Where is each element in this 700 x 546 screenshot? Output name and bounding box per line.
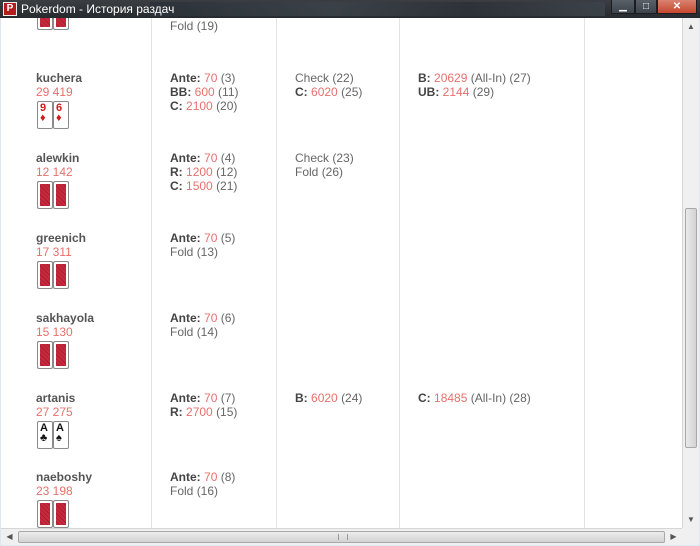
player-name: sakhayola — [36, 311, 95, 325]
player-row: alewkin 12 142 — [36, 151, 80, 209]
card-back-icon — [53, 341, 69, 369]
column-divider — [584, 18, 585, 528]
hole-cards — [37, 500, 73, 528]
card-ace-spades-icon: A ♠ — [53, 421, 69, 449]
turn-action: C: 18485 (All-In) (28) — [418, 391, 531, 405]
card-back-icon — [53, 18, 69, 30]
flop-action: Check (22) C: 6020 (25) — [295, 71, 363, 99]
column-divider — [399, 18, 400, 528]
card-nine-diamonds-icon: 9 ♦ — [37, 101, 53, 129]
preflop-action: Ante: 70 (3) BB: 600 (11) C: 2100 (20) — [170, 71, 239, 113]
card-back-icon — [37, 181, 53, 209]
background-taskbar — [150, 2, 605, 16]
hole-cards — [37, 18, 73, 32]
player-stack: 15 130 — [36, 325, 73, 339]
scroll-down-arrow-icon[interactable]: ▼ — [683, 511, 699, 528]
hand-history-view: Fold (19) kuchera 29 419 9 ♦ 6 ♦ Ante: 70 … — [1, 18, 682, 528]
player-row: sakhayola 15 130 — [36, 311, 95, 369]
card-back-icon — [37, 18, 53, 30]
close-button[interactable]: ✕ — [657, 0, 697, 14]
preflop-action: Ante: 70 (8) Fold (16) — [170, 470, 236, 498]
player-stack: 17 311 — [36, 245, 72, 259]
player-name: alewkin — [36, 151, 80, 165]
turn-action: B: 20629 (All-In) (27) UB: 2144 (29) — [418, 71, 531, 99]
minimize-button[interactable]: ▁ — [611, 0, 635, 14]
preflop-action: Ante: 70 (7) R: 2700 (15) — [170, 391, 238, 419]
maximize-button[interactable]: □ — [635, 0, 657, 14]
player-name: artanis — [36, 391, 76, 405]
vertical-scrollbar[interactable]: ▲ ▼ — [682, 18, 699, 528]
player-row: greenich 17 311 — [36, 231, 87, 289]
player-name: kuchera — [36, 71, 83, 85]
hole-cards — [37, 341, 73, 371]
preflop-action: Ante: 70 (5) Fold (13) — [170, 231, 236, 259]
horizontal-scroll-thumb[interactable] — [18, 531, 665, 543]
card-back-icon — [53, 500, 69, 528]
flop-action: Check (23) Fold (26) — [295, 151, 354, 179]
player-row: kuchera 29 419 9 ♦ 6 ♦ — [36, 71, 83, 129]
preflop-action: Fold (19) — [170, 19, 219, 33]
player-row: artanis 27 275 A ♣ A ♠ — [36, 391, 76, 449]
hole-cards — [37, 181, 73, 211]
card-back-icon — [37, 341, 53, 369]
card-back-icon — [37, 261, 53, 289]
player-stack: 27 275 — [36, 405, 73, 419]
player-stack: 12 142 — [36, 165, 73, 179]
app-window: P Pokerdom - История раздач ▁ □ ✕ Fold (… — [0, 0, 700, 546]
preflop-action: Ante: 70 (4) R: 1200 (12) C: 1500 (21) — [170, 151, 238, 193]
card-ace-clubs-icon: A ♣ — [37, 421, 53, 449]
preflop-action: Ante: 70 (6) Fold (14) — [170, 311, 236, 339]
player-stack: 23 198 — [36, 484, 73, 498]
player-name: greenich — [36, 231, 87, 245]
player-row: naeboshy 23 198 — [36, 470, 93, 528]
horizontal-scrollbar[interactable]: ◀ ▶ — [1, 528, 682, 545]
title-bar[interactable]: P Pokerdom - История раздач ▁ □ ✕ — [0, 0, 700, 18]
column-divider — [276, 18, 277, 528]
hole-cards — [37, 261, 73, 291]
flop-action: B: 6020 (24) — [295, 391, 363, 405]
card-back-icon — [53, 261, 69, 289]
hole-cards: 9 ♦ 6 ♦ — [37, 101, 73, 131]
card-back-icon — [37, 500, 53, 528]
hole-cards: A ♣ A ♠ — [37, 421, 73, 451]
card-back-icon — [53, 181, 69, 209]
vertical-scroll-thumb[interactable] — [685, 208, 697, 448]
scroll-left-arrow-icon[interactable]: ◀ — [1, 529, 18, 545]
pokerdom-app-icon[interactable]: P — [3, 2, 17, 16]
grip-icon — [337, 534, 348, 540]
player-name: naeboshy — [36, 470, 93, 484]
scroll-right-arrow-icon[interactable]: ▶ — [665, 529, 682, 545]
column-divider — [151, 18, 152, 528]
scrollbar-corner — [682, 528, 699, 545]
player-stack: 29 419 — [36, 85, 73, 99]
card-six-diamonds-icon: 6 ♦ — [53, 101, 69, 129]
window-title: Pokerdom - История раздач — [21, 2, 175, 16]
scroll-up-arrow-icon[interactable]: ▲ — [683, 18, 699, 35]
